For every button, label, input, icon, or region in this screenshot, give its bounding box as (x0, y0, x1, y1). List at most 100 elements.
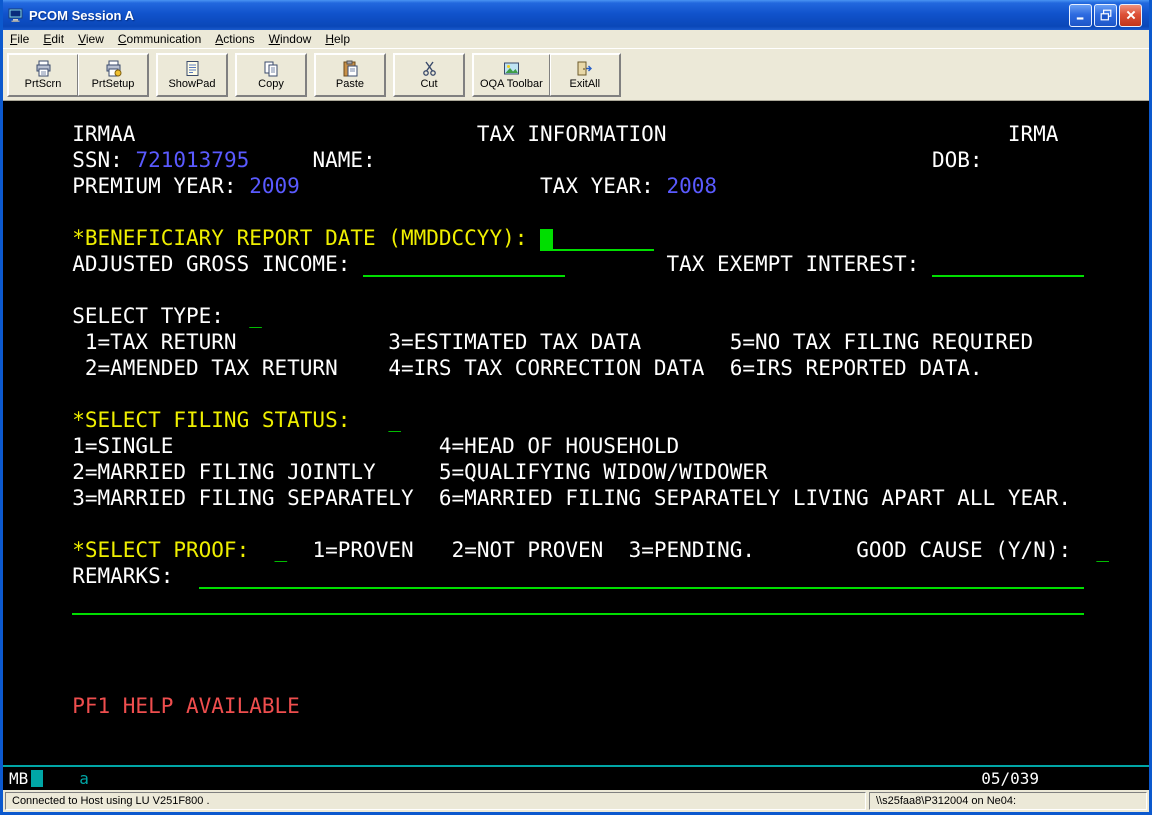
exit-icon (576, 60, 593, 77)
terminal-row: 2=AMENDED TAX RETURN 4=IRS TAX CORRECTIO… (9, 355, 1149, 381)
terminal-row (9, 277, 1149, 303)
toolbar-button-label: PrtScrn (25, 78, 62, 90)
terminal-text: 4=IRS TAX CORRECTION DATA (388, 356, 704, 380)
input-field[interactable] (553, 227, 654, 251)
terminal-spacing (135, 122, 476, 146)
terminal-text: 2009 (249, 174, 300, 198)
terminal-spacing (9, 252, 72, 276)
terminal-row: *SELECT PROOF: _ 1=PROVEN 2=NOT PROVEN 3… (9, 537, 1149, 563)
terminal-spacing (603, 538, 628, 562)
terminal-row: PREMIUM YEAR: 2009 TAX YEAR: 2008 (9, 173, 1149, 199)
terminal-row: REMARKS: (9, 563, 1149, 589)
terminal-text: GOOD CAUSE (Y/N): (856, 538, 1071, 562)
terminal-spacing (755, 538, 856, 562)
terminal-spacing (376, 460, 439, 484)
terminal-text: 5=NO TAX FILING REQUIRED (730, 330, 1033, 354)
toolbar-group: PrtScrn PrtSetup (7, 53, 149, 97)
terminal-spacing (249, 148, 312, 172)
terminal-spacing (565, 252, 666, 276)
terminal-row: SSN: 721013795 NAME: DOB: (9, 147, 1149, 173)
terminal-row: *BENEFICIARY REPORT DATE (MMDDCCYY): (9, 225, 1149, 251)
oia-session-letter: a (79, 769, 89, 788)
connection-status: Connected to Host using LU V251F800 . (5, 792, 866, 810)
terminal-row (9, 667, 1149, 693)
minimize-button[interactable] (1069, 4, 1092, 27)
menu-view[interactable]: View (71, 31, 111, 47)
terminal-row: 1=TAX RETURN 3=ESTIMATED TAX DATA 5=NO T… (9, 329, 1149, 355)
terminal-text: _ (275, 538, 288, 562)
input-field[interactable] (72, 591, 1083, 615)
terminal-text: 721013795 (135, 148, 249, 172)
terminal-spacing (9, 148, 72, 172)
terminal-text: 1=PROVEN (312, 538, 413, 562)
terminal-text: IRMA (1008, 122, 1059, 146)
toolbar-button-copy[interactable]: Copy (236, 54, 306, 96)
terminal-screen[interactable]: IRMAA TAX INFORMATION IRMA SSN: 72101379… (3, 101, 1149, 765)
terminal-text: _ (249, 304, 262, 328)
terminal-text: REMARKS: (72, 564, 173, 588)
toolbar-group: Cut (393, 53, 465, 97)
restore-button[interactable] (1094, 4, 1117, 27)
terminal-text: 3=PENDING. (629, 538, 755, 562)
toolbar-button-oqa-toolbar[interactable]: OQA Toolbar (473, 54, 550, 96)
terminal-text: _ (388, 408, 401, 432)
image-icon (503, 60, 520, 77)
toolbar-group: Paste (314, 53, 386, 97)
copy-icon (263, 60, 280, 77)
input-field[interactable] (199, 565, 1084, 589)
terminal-text: 2008 (666, 174, 717, 198)
toolbar-button-cut[interactable]: Cut (394, 54, 464, 96)
terminal-text: 2=MARRIED FILING JOINTLY (72, 460, 375, 484)
menu-window[interactable]: Window (262, 31, 319, 47)
terminal-text: *BENEFICIARY REPORT DATE (MMDDCCYY): (72, 226, 540, 250)
toolbar-button-label: Cut (420, 78, 437, 90)
terminal-spacing (9, 122, 72, 146)
terminal-row: 3=MARRIED FILING SEPARATELY 6=MARRIED FI… (9, 485, 1149, 511)
terminal-row: SELECT TYPE: _ (9, 303, 1149, 329)
terminal-spacing (9, 694, 72, 718)
menu-help[interactable]: Help (318, 31, 357, 47)
terminal-spacing (338, 356, 389, 380)
terminal-spacing (9, 590, 72, 614)
menu-file[interactable]: File (3, 31, 36, 47)
terminal-text: SELECT TYPE: (72, 304, 249, 328)
terminal-spacing (173, 564, 198, 588)
toolbar-group: Copy (235, 53, 307, 97)
toolbar-button-prtsetup[interactable]: PrtSetup (78, 54, 148, 96)
pad-icon (184, 60, 201, 77)
toolbar-button-label: ShowPad (168, 78, 215, 90)
app-icon[interactable] (8, 7, 24, 23)
terminal-text: 2=AMENDED TAX RETURN (85, 356, 338, 380)
terminal-text: IRMAA (72, 122, 135, 146)
close-icon[interactable] (1119, 4, 1142, 27)
terminal-row (9, 381, 1149, 407)
terminal-row: 1=SINGLE 4=HEAD OF HOUSEHOLD (9, 433, 1149, 459)
terminal-text: TAX YEAR: (540, 174, 666, 198)
terminal-row: 2=MARRIED FILING JOINTLY 5=QUALIFYING WI… (9, 459, 1149, 485)
terminal-text: ADJUSTED GROSS INCOME: (72, 252, 363, 276)
input-field[interactable] (932, 253, 1084, 277)
terminal-spacing (376, 148, 932, 172)
toolbar-button-label: Copy (258, 78, 284, 90)
terminal-text: 6=MARRIED FILING SEPARATELY LIVING APART… (439, 486, 1071, 510)
terminal-row (9, 641, 1149, 667)
terminal-spacing (641, 330, 730, 354)
menu-communication[interactable]: Communication (111, 31, 208, 47)
title-bar: PCOM Session A (3, 0, 1149, 30)
toolbar-button-prtscrn[interactable]: PrtScrn (8, 54, 78, 96)
terminal-spacing (704, 356, 729, 380)
input-field[interactable] (363, 253, 565, 277)
terminal-row (9, 199, 1149, 225)
toolbar-button-exitall[interactable]: ExitAll (550, 54, 620, 96)
terminal-text: 5=QUALIFYING WIDOW/WIDOWER (439, 460, 768, 484)
menu-edit[interactable]: Edit (36, 31, 71, 47)
terminal-row: PF1 HELP AVAILABLE (9, 693, 1149, 719)
menu-actions[interactable]: Actions (208, 31, 261, 47)
status-bar: Connected to Host using LU V251F800 . \\… (3, 790, 1149, 812)
terminal-text: 1=TAX RETURN (85, 330, 237, 354)
paste-icon (342, 60, 359, 77)
toolbar-button-showpad[interactable]: ShowPad (157, 54, 227, 96)
toolbar-button-paste[interactable]: Paste (315, 54, 385, 96)
toolbar-button-label: OQA Toolbar (480, 78, 543, 90)
link-status: \\s25faa8\P312004 on Ne04: (869, 792, 1147, 810)
